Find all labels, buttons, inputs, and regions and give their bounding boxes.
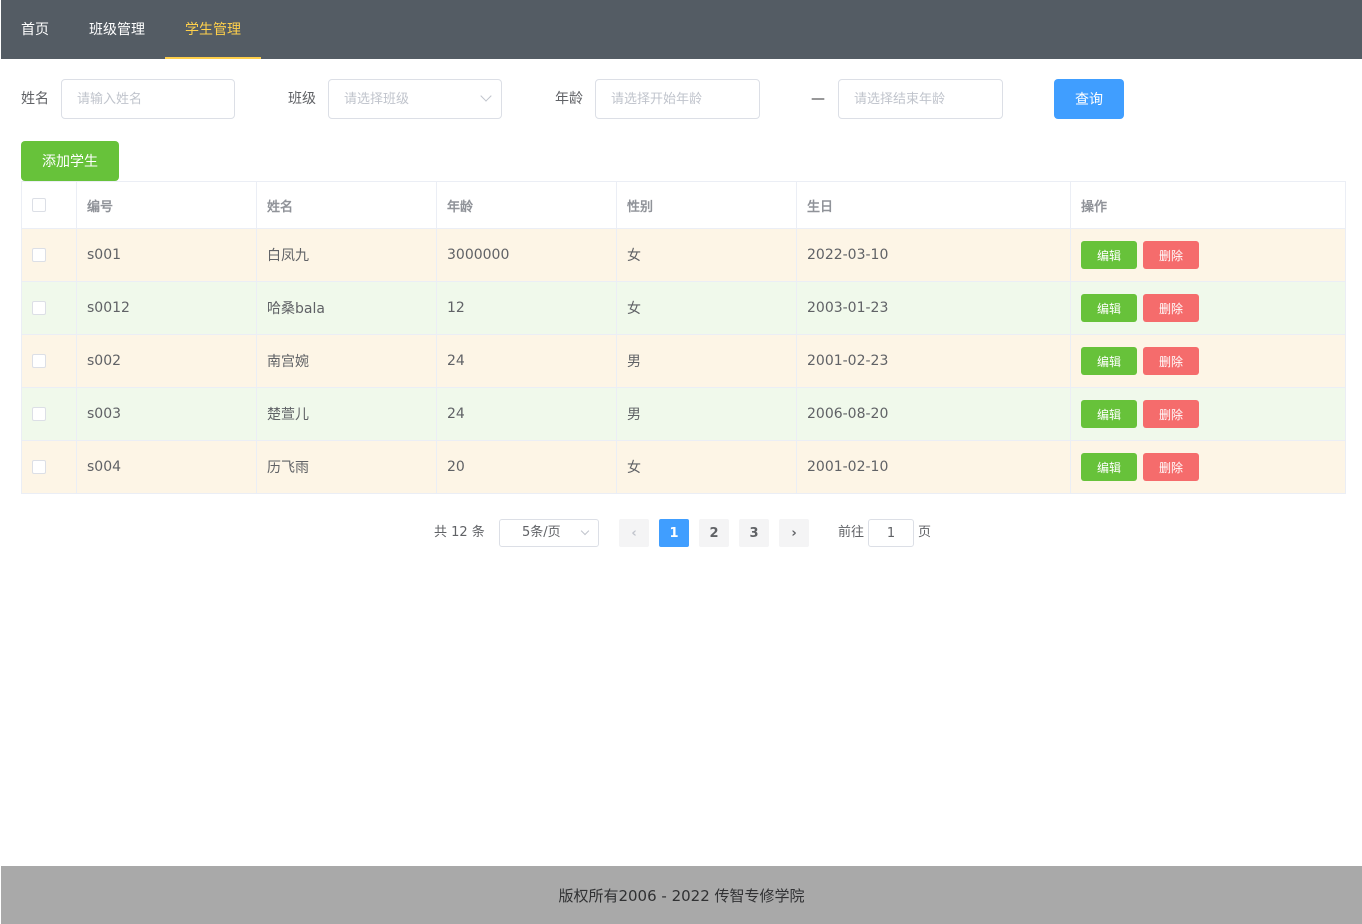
table-row: s001 白凤九 3000000 女 2022-03-10 编辑 删除 xyxy=(21,228,1346,282)
class-select-input[interactable] xyxy=(328,79,502,119)
add-student-button[interactable]: 添加学生 xyxy=(21,141,119,181)
class-label: 班级 xyxy=(288,91,316,107)
age-start-input[interactable] xyxy=(595,79,760,119)
cell-gender: 女 xyxy=(616,440,797,494)
cell-age: 12 xyxy=(436,281,617,335)
cell-id: s003 xyxy=(76,387,257,441)
header-actions: 操作 xyxy=(1070,181,1346,229)
edit-button[interactable]: 编辑 xyxy=(1081,294,1137,322)
student-table: 编号 姓名 年龄 性别 生日 操作 s001 白凤九 3000000 女 202… xyxy=(21,181,1346,494)
age-label: 年龄 xyxy=(555,91,583,107)
name-input[interactable] xyxy=(61,79,235,119)
chevron-left-icon: ‹ xyxy=(631,525,637,541)
cell-name: 楚萱儿 xyxy=(256,387,437,441)
header-age: 年龄 xyxy=(436,181,617,229)
goto-suffix: 页 xyxy=(918,525,932,540)
cell-gender: 男 xyxy=(616,387,797,441)
age-end-input[interactable] xyxy=(838,79,1003,119)
cell-birthday: 2006-08-20 xyxy=(796,387,1071,441)
class-select[interactable] xyxy=(328,79,502,119)
cell-gender: 女 xyxy=(616,228,797,282)
select-all-checkbox[interactable] xyxy=(32,198,46,212)
cell-name: 历飞雨 xyxy=(256,440,437,494)
header-birthday: 生日 xyxy=(796,181,1071,229)
page-size-select[interactable]: 5条/页 xyxy=(499,519,599,547)
age-range-separator: — xyxy=(811,91,825,107)
table-row: s002 南宫婉 24 男 2001-02-23 编辑 删除 xyxy=(21,334,1346,388)
row-checkbox[interactable] xyxy=(32,354,46,368)
cell-birthday: 2003-01-23 xyxy=(796,281,1071,335)
cell-birthday: 2001-02-10 xyxy=(796,440,1071,494)
cell-gender: 男 xyxy=(616,334,797,388)
query-button[interactable]: 查询 xyxy=(1054,79,1124,119)
edit-button[interactable]: 编辑 xyxy=(1081,453,1137,481)
table-row: s004 历飞雨 20 女 2001-02-10 编辑 删除 xyxy=(21,440,1346,494)
chevron-right-icon: › xyxy=(791,525,797,541)
cell-id: s004 xyxy=(76,440,257,494)
delete-button[interactable]: 删除 xyxy=(1143,400,1199,428)
table-header-row: 编号 姓名 年龄 性别 生日 操作 xyxy=(21,181,1346,229)
name-label: 姓名 xyxy=(21,91,49,107)
select-all-cell xyxy=(21,181,77,229)
delete-button[interactable]: 删除 xyxy=(1143,453,1199,481)
row-checkbox[interactable] xyxy=(32,460,46,474)
cell-age: 24 xyxy=(436,334,617,388)
cell-id: s002 xyxy=(76,334,257,388)
nav-item-student-management[interactable]: 学生管理 xyxy=(165,0,261,59)
row-checkbox[interactable] xyxy=(32,407,46,421)
cell-gender: 女 xyxy=(616,281,797,335)
cell-age: 3000000 xyxy=(436,228,617,282)
edit-button[interactable]: 编辑 xyxy=(1081,400,1137,428)
page-button-3[interactable]: 3 xyxy=(739,519,769,547)
cell-name: 哈桑bala xyxy=(256,281,437,335)
cell-id: s001 xyxy=(76,228,257,282)
cell-name: 白凤九 xyxy=(256,228,437,282)
cell-actions: 编辑 删除 xyxy=(1070,440,1346,494)
footer: 版权所有2006 - 2022 传智专修学院 xyxy=(1,866,1362,924)
cell-actions: 编辑 删除 xyxy=(1070,387,1346,441)
nav-item-class-management[interactable]: 班级管理 xyxy=(69,0,165,59)
top-nav: 首页 班级管理 学生管理 xyxy=(1,0,1362,59)
nav-item-home[interactable]: 首页 xyxy=(1,0,69,59)
page-button-1[interactable]: 1 xyxy=(659,519,689,547)
cell-name: 南宫婉 xyxy=(256,334,437,388)
chevron-down-icon xyxy=(580,526,590,536)
cell-birthday: 2001-02-23 xyxy=(796,334,1071,388)
header-name: 姓名 xyxy=(256,181,437,229)
cell-birthday: 2022-03-10 xyxy=(796,228,1071,282)
table-row: s0012 哈桑bala 12 女 2003-01-23 编辑 删除 xyxy=(21,281,1346,335)
page-button-2[interactable]: 2 xyxy=(699,519,729,547)
copyright-text: 版权所有2006 - 2022 传智专修学院 xyxy=(558,886,805,905)
edit-button[interactable]: 编辑 xyxy=(1081,347,1137,375)
goto-page-input[interactable] xyxy=(868,519,914,547)
row-checkbox[interactable] xyxy=(32,248,46,262)
cell-id: s0012 xyxy=(76,281,257,335)
delete-button[interactable]: 删除 xyxy=(1143,241,1199,269)
cell-actions: 编辑 删除 xyxy=(1070,281,1346,335)
edit-button[interactable]: 编辑 xyxy=(1081,241,1137,269)
delete-button[interactable]: 删除 xyxy=(1143,294,1199,322)
header-id: 编号 xyxy=(76,181,257,229)
cell-actions: 编辑 删除 xyxy=(1070,334,1346,388)
goto-label: 前往 xyxy=(838,525,865,540)
pagination: 共 12 条 5条/页 ‹ 1 2 3 › 前往 页 xyxy=(0,519,1362,547)
cell-age: 20 xyxy=(436,440,617,494)
pagination-total: 共 12 条 xyxy=(434,525,485,540)
cell-actions: 编辑 删除 xyxy=(1070,228,1346,282)
next-page-button[interactable]: › xyxy=(779,519,809,547)
prev-page-button[interactable]: ‹ xyxy=(619,519,649,547)
page-size-value: 5条/页 xyxy=(522,525,561,540)
cell-age: 24 xyxy=(436,387,617,441)
delete-button[interactable]: 删除 xyxy=(1143,347,1199,375)
header-gender: 性别 xyxy=(616,181,797,229)
row-checkbox[interactable] xyxy=(32,301,46,315)
table-row: s003 楚萱儿 24 男 2006-08-20 编辑 删除 xyxy=(21,387,1346,441)
